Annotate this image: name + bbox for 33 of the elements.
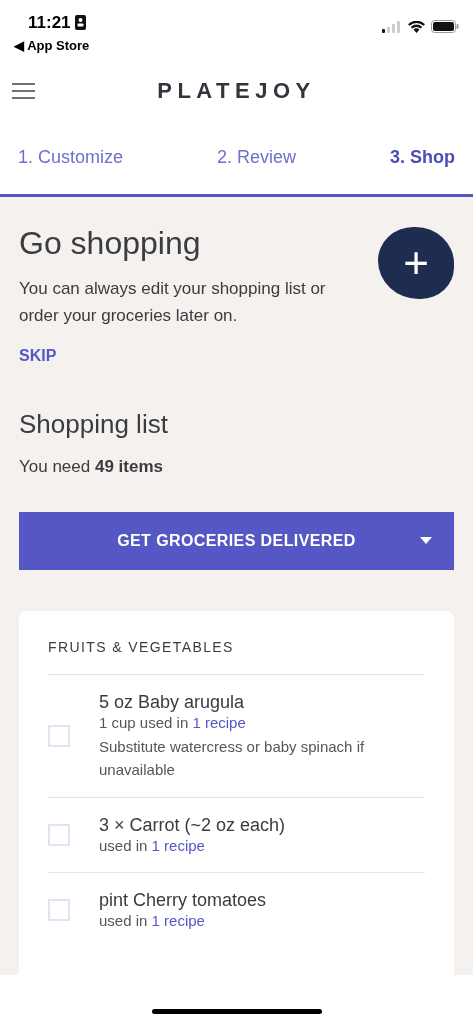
section-title: Shopping list [19,408,169,440]
page-title: Go shopping [19,224,202,263]
recipe-link[interactable]: 1 recipe [151,911,205,929]
id-card-icon [74,15,86,31]
menu-icon[interactable] [12,83,35,99]
status-time: 11:21 [28,12,71,34]
logo: PLATEJOY [157,76,316,105]
category-heading: FRUITS & VEGETABLES [48,637,235,657]
signal-icon [382,20,402,33]
step-tab[interactable]: 3. Shop [390,143,455,171]
usage-text: used in 1 recipe [99,835,205,856]
checkbox[interactable] [48,898,70,921]
checkbox[interactable] [48,724,70,747]
item-count-text: You need 49 items [19,456,164,478]
item-name: 3 × Carrot (~2 oz each) [99,813,286,836]
checkbox[interactable] [48,823,70,846]
caret-icon [420,536,432,544]
step-tab[interactable]: 2. Review [217,143,297,171]
usage-text: 1 cup used in 1 recipe [99,712,246,733]
item-name: pint Cherry tomatoes [99,888,267,911]
recipe-link[interactable]: 1 recipe [192,713,246,731]
get-groceries-delivered-dropdown[interactable]: GET GROCERIES DELIVERED [19,511,454,570]
step-tab[interactable]: 1. Customize [18,143,124,171]
item-name: 5 oz Baby arugula [99,690,246,713]
back-to-app-store-link[interactable]: ◀ App Store [14,35,90,55]
usage-text: used in 1 recipe [99,910,205,931]
wifi-icon [408,20,425,33]
intro-text: You can always edit your shopping list or order your groceries later on. [19,278,327,327]
add-button[interactable]: + [378,227,454,299]
recipe-link[interactable]: 1 recipe [151,836,205,854]
substitution-note: Substitute watercress or baby spinach if unavailable [99,736,366,780]
skip-link[interactable]: SKIP [19,344,57,368]
battery-icon [431,20,459,33]
